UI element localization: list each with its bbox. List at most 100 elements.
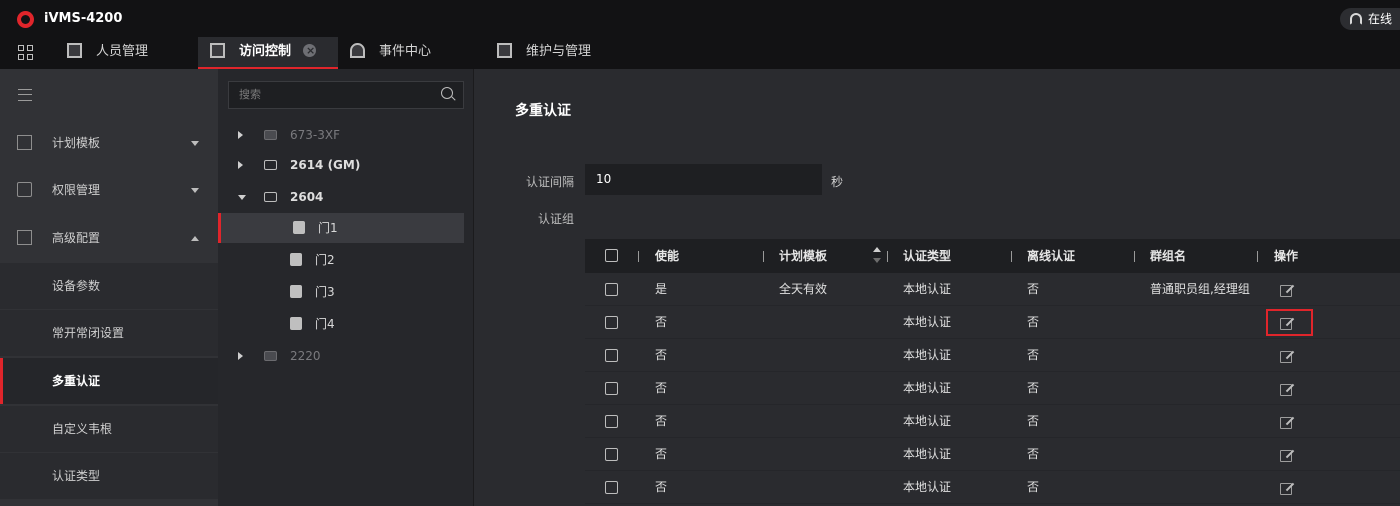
cell-offline-auth: 否	[1027, 315, 1040, 329]
tab-label: 维护与管理	[526, 44, 592, 59]
row-checkbox[interactable]	[605, 316, 618, 329]
table-row[interactable]: 否 本地认证 否	[585, 372, 1400, 405]
config-icon	[17, 230, 32, 245]
page-title: 多重认证	[515, 103, 571, 119]
row-checkbox[interactable]	[605, 415, 618, 428]
search-icon[interactable]	[441, 87, 453, 99]
table-row[interactable]: 否 本地认证 否	[585, 306, 1400, 339]
door-icon	[290, 317, 302, 330]
door-icon	[290, 285, 302, 298]
tab-access-control[interactable]: 访问控制	[198, 36, 338, 69]
maintenance-icon	[497, 43, 512, 58]
column-header: 认证类型	[903, 249, 952, 263]
door-icon	[210, 43, 225, 58]
edit-icon[interactable]	[1280, 481, 1294, 495]
table-row[interactable]: 否 本地认证 否	[585, 471, 1400, 504]
column-header: 操作	[1274, 249, 1299, 263]
tab-event-center[interactable]: 事件中心	[350, 37, 470, 69]
search-input[interactable]: 搜索	[228, 81, 464, 109]
tree-device[interactable]: 2604	[218, 182, 464, 212]
interval-unit: 秒	[831, 175, 844, 189]
device-icon	[264, 160, 277, 170]
main-content: 多重认证 认证间隔 10 秒 认证组 使能 计划模板 认证类型 离线认证 群组名…	[475, 69, 1400, 506]
device-label: 673-3XF	[290, 128, 340, 142]
edit-icon[interactable]	[1280, 349, 1294, 363]
nav-sub-normally-open-close[interactable]: 常开常闭设置	[0, 310, 218, 356]
cell-group-name: 普通职员组,经理组	[1150, 282, 1250, 296]
column-divider	[638, 251, 639, 262]
door-icon	[290, 253, 302, 266]
interval-input[interactable]: 10	[585, 164, 822, 195]
cell-auth-type: 本地认证	[903, 315, 952, 329]
expand-arrow-icon[interactable]	[238, 131, 243, 139]
tree-door[interactable]: 门4	[218, 309, 464, 339]
row-checkbox[interactable]	[605, 382, 618, 395]
nav-item-label: 高级配置	[52, 231, 101, 245]
tree-door[interactable]: 门3	[218, 277, 464, 307]
cell-offline-auth: 否	[1027, 414, 1040, 428]
row-checkbox[interactable]	[605, 448, 618, 461]
cell-auth-type: 本地认证	[903, 381, 952, 395]
column-divider	[763, 251, 764, 262]
tree-door[interactable]: 门1	[218, 213, 464, 243]
nav-sub-label: 认证类型	[52, 469, 101, 483]
nav-item-permission[interactable]: 权限管理	[0, 167, 218, 213]
left-navigation: 计划模板 权限管理 高级配置 设备参数 常开常闭设置 多重认证 自定义韦根 认证…	[0, 69, 218, 506]
nav-item-schedule-template[interactable]: 计划模板	[0, 120, 218, 166]
calendar-edit-icon	[17, 135, 32, 150]
row-checkbox[interactable]	[605, 481, 618, 494]
edit-icon[interactable]	[1280, 382, 1294, 396]
tree-door[interactable]: 门2	[218, 245, 464, 275]
nav-sub-auth-type[interactable]: 认证类型	[0, 453, 218, 499]
edit-icon[interactable]	[1280, 448, 1294, 462]
cell-enabled: 是	[655, 282, 668, 296]
nav-sub-label: 多重认证	[52, 374, 101, 388]
tree-device[interactable]: 2614 (GM)	[218, 150, 464, 180]
nav-sub-device-params[interactable]: 设备参数	[0, 263, 218, 309]
close-tab-icon[interactable]	[303, 36, 317, 66]
interval-label: 认证间隔	[525, 175, 574, 189]
select-all-checkbox[interactable]	[605, 249, 618, 262]
cell-enabled: 否	[655, 414, 668, 428]
nav-sub-custom-wiegand[interactable]: 自定义韦根	[0, 406, 218, 452]
device-icon	[264, 351, 277, 361]
tab-maintenance[interactable]: 维护与管理	[497, 37, 627, 69]
table-header: 使能 计划模板 认证类型 离线认证 群组名 操作	[585, 239, 1400, 273]
edit-icon[interactable]	[1280, 283, 1294, 297]
alarm-icon	[350, 43, 365, 58]
tab-label: 访问控制	[239, 44, 292, 59]
expand-arrow-icon[interactable]	[238, 352, 243, 360]
online-status-button[interactable]: 在线	[1340, 8, 1400, 30]
headset-icon	[1350, 13, 1362, 25]
tree-device[interactable]: 2220	[218, 341, 464, 371]
collapse-arrow-icon[interactable]	[238, 195, 246, 200]
cell-enabled: 否	[655, 348, 668, 362]
tree-device[interactable]: 673-3XF	[218, 120, 464, 150]
column-divider	[1011, 251, 1012, 262]
tab-person-management[interactable]: 人员管理	[67, 37, 187, 69]
cell-auth-type: 本地认证	[903, 480, 952, 494]
table-row[interactable]: 是 全天有效 本地认证 否 普通职员组,经理组	[585, 273, 1400, 306]
search-placeholder: 搜索	[239, 88, 261, 101]
table-row[interactable]: 否 本地认证 否	[585, 405, 1400, 438]
cell-offline-auth: 否	[1027, 282, 1040, 296]
door-label: 门2	[315, 253, 335, 267]
cell-enabled: 否	[655, 315, 668, 329]
edit-icon[interactable]	[1280, 415, 1294, 429]
app-logo-icon	[17, 11, 34, 28]
cell-enabled: 否	[655, 381, 668, 395]
chevron-down-icon	[191, 141, 199, 146]
sort-icon[interactable]	[873, 247, 881, 265]
column-header[interactable]: 计划模板	[779, 239, 827, 273]
nav-sub-multi-auth[interactable]: 多重认证	[0, 358, 218, 404]
collapse-menu-icon[interactable]	[18, 89, 32, 101]
row-checkbox[interactable]	[605, 283, 618, 296]
grid-menu-icon[interactable]	[18, 45, 34, 61]
table-row[interactable]: 否 本地认证 否	[585, 438, 1400, 471]
device-label: 2614 (GM)	[290, 158, 361, 172]
row-checkbox[interactable]	[605, 349, 618, 362]
nav-item-advanced-config[interactable]: 高级配置	[0, 215, 218, 261]
expand-arrow-icon[interactable]	[238, 161, 243, 169]
table-row[interactable]: 否 本地认证 否	[585, 339, 1400, 372]
edit-icon[interactable]	[1280, 316, 1294, 330]
